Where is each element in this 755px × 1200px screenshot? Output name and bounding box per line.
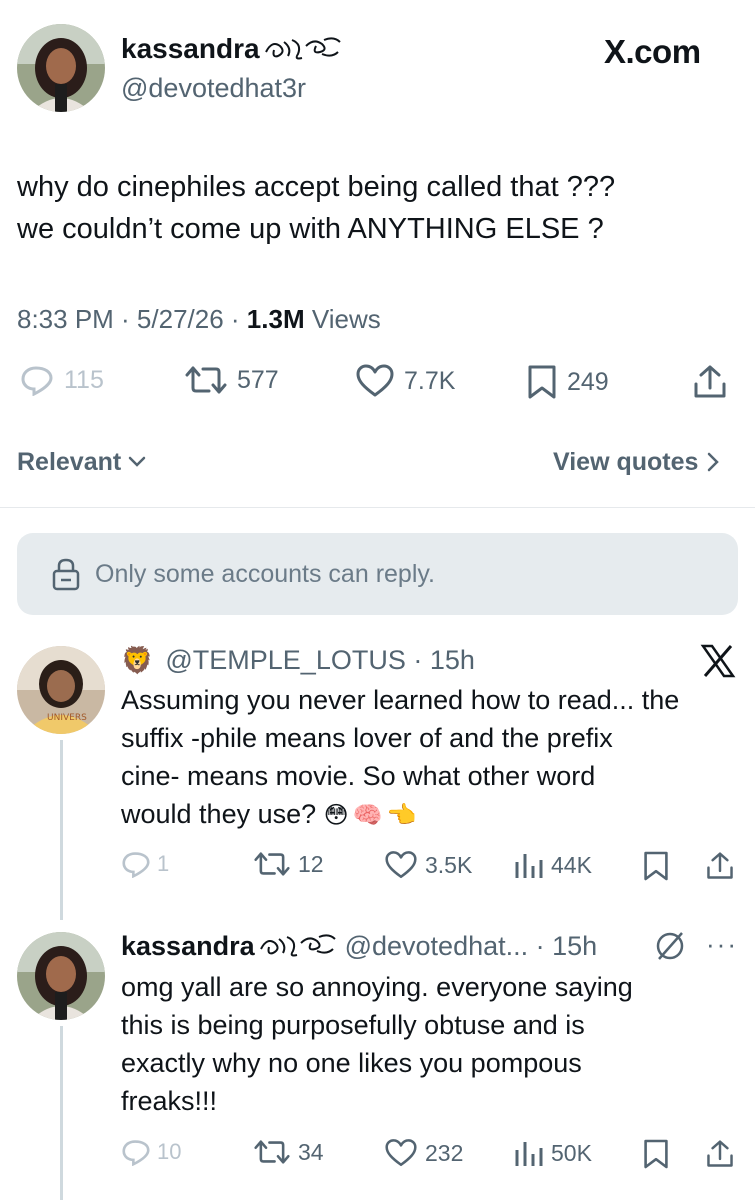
reply-like-button[interactable]: 232 <box>385 1138 463 1168</box>
bookmark-icon <box>644 1139 668 1169</box>
bookmark-button[interactable]: 249 <box>527 364 609 400</box>
reply-text-line: would they use? 😳🧠👈 <box>121 795 679 835</box>
reply-share-button[interactable] <box>706 850 734 882</box>
like-icon <box>385 1139 417 1167</box>
tweet-text: why do cinephiles accept being called th… <box>17 166 615 250</box>
reply-time[interactable]: · 15h <box>528 930 598 962</box>
author-display-name: kassandra <box>121 33 260 64</box>
thread-line <box>60 1026 63 1200</box>
bookmark-icon <box>644 851 668 881</box>
site-label: X.com <box>604 33 701 70</box>
bookmark-icon <box>528 365 556 399</box>
reply-header: 🦁 @TEMPLE_LOTUS · 15h <box>121 644 475 676</box>
thread-line <box>60 740 63 920</box>
like-button[interactable]: 7.7K <box>356 364 455 398</box>
reply-reply-count: 10 <box>157 1139 182 1164</box>
tweet-text-line: we couldn’t come up with ANYTHING ELSE ? <box>17 213 604 245</box>
views-count: 1.3M <box>246 304 305 334</box>
reply-header: kassandra @devotedhat... · 15h <box>121 930 597 962</box>
reply-views-button[interactable]: 50K <box>513 1138 592 1168</box>
retweet-button[interactable]: 577 <box>185 364 279 396</box>
reply-like-count: 232 <box>425 1139 464 1166</box>
reply-retweet-button[interactable]: 12 <box>254 850 324 878</box>
reply-retweet-button[interactable]: 34 <box>254 1138 324 1166</box>
reply-views-count: 44K <box>551 851 592 878</box>
reply-text-line: cine- means movie. So what other word <box>121 761 596 791</box>
reply-text-line: freaks!!! <box>121 1086 218 1116</box>
svg-text:UNIVERS: UNIVERS <box>47 713 87 723</box>
reply-retweet-count: 34 <box>298 1138 324 1165</box>
flourish-icon <box>259 934 336 957</box>
author-handle[interactable]: @devotedhat3r <box>121 72 306 104</box>
views-icon <box>515 854 543 878</box>
reply-text-line: omg yall are so annoying. everyone sayin… <box>121 972 633 1002</box>
bookmark-count: 249 <box>567 367 609 396</box>
reply-bookmark-button[interactable] <box>643 850 669 882</box>
x-logo-icon <box>700 644 736 683</box>
views-icon <box>515 1142 543 1166</box>
reply-text-line: Assuming you never learned how to read..… <box>121 685 680 715</box>
reply-avatar[interactable]: UNIVERS <box>17 646 105 734</box>
share-icon <box>694 365 726 398</box>
tweet-timestamp[interactable]: 8:33 PM · 5/27/26 · <box>17 304 247 334</box>
author-avatar[interactable] <box>17 24 105 112</box>
share-button[interactable] <box>693 364 727 400</box>
lock-icon <box>52 558 80 591</box>
reply-views-count: 50K <box>551 1139 592 1166</box>
reply-text-line: this is being purposefully obtuse and is <box>121 1010 585 1040</box>
share-icon <box>707 852 733 879</box>
reply-button[interactable]: 115 <box>20 364 104 396</box>
divider <box>0 507 755 508</box>
no-reply-icon[interactable] <box>654 930 686 967</box>
flourish-icon <box>264 37 341 60</box>
reply-icon <box>122 852 150 878</box>
reply-text-last: would they use? <box>121 799 317 829</box>
retweet-count: 577 <box>237 365 279 394</box>
reply-time[interactable]: · 15h <box>406 645 475 675</box>
reply-icon <box>21 366 53 396</box>
reply-text: Assuming you never learned how to read..… <box>121 681 679 835</box>
tweet-meta: 8:33 PM · 5/27/26 · 1.3M Views <box>17 302 381 336</box>
reply-retweet-count: 12 <box>298 850 324 877</box>
reply-bookmark-button[interactable] <box>643 1138 669 1170</box>
reply-reply-count: 1 <box>157 851 170 876</box>
reply-like-button[interactable]: 3.5K <box>385 850 472 880</box>
sort-label: Relevant <box>17 448 122 476</box>
reply-display-name[interactable]: kassandra <box>121 930 255 962</box>
lion-emoji: 🦁 <box>121 645 154 675</box>
reply-count: 115 <box>64 365 104 394</box>
more-icon[interactable]: ··· <box>706 931 738 957</box>
reply-handle[interactable]: @devotedhat... <box>345 930 529 962</box>
reply-avatar[interactable] <box>17 932 105 1020</box>
reply-emojis: 😳🧠👈 <box>323 802 421 829</box>
views-label: Views <box>304 304 381 334</box>
like-count: 7.7K <box>404 366 456 395</box>
reply-reply-button[interactable]: 10 <box>121 1138 181 1166</box>
reply-like-count: 3.5K <box>425 851 473 878</box>
like-icon <box>356 364 394 397</box>
author-name[interactable]: kassandra <box>121 32 344 66</box>
reply-text-line: suffix -phile means lover of and the pre… <box>121 723 613 753</box>
chevron-down-icon <box>128 456 146 467</box>
sort-dropdown[interactable]: Relevant <box>17 446 147 478</box>
like-icon <box>385 851 417 879</box>
reply-text: omg yall are so annoying. everyone sayin… <box>121 968 633 1120</box>
view-quotes-link[interactable]: View quotes <box>553 446 720 478</box>
retweet-icon <box>254 1140 290 1164</box>
view-quotes-label: View quotes <box>553 448 699 476</box>
tweet-text-line: why do cinephiles accept being called th… <box>17 171 616 203</box>
notice-text: Only some accounts can reply. <box>95 559 435 588</box>
reply-views-button[interactable]: 44K <box>513 850 592 880</box>
share-icon <box>707 1140 733 1167</box>
reply-text-line: exactly why no one likes you pompous <box>121 1048 582 1078</box>
reply-restriction-notice: Only some accounts can reply. <box>17 533 738 615</box>
reply-icon <box>122 1140 150 1166</box>
chevron-right-icon <box>708 452 720 472</box>
reply-handle[interactable]: @TEMPLE_LOTUS <box>165 645 405 675</box>
reply-reply-button[interactable]: 1 <box>121 850 169 878</box>
reply-share-button[interactable] <box>706 1138 734 1170</box>
retweet-icon <box>254 852 290 876</box>
retweet-icon <box>185 366 227 394</box>
